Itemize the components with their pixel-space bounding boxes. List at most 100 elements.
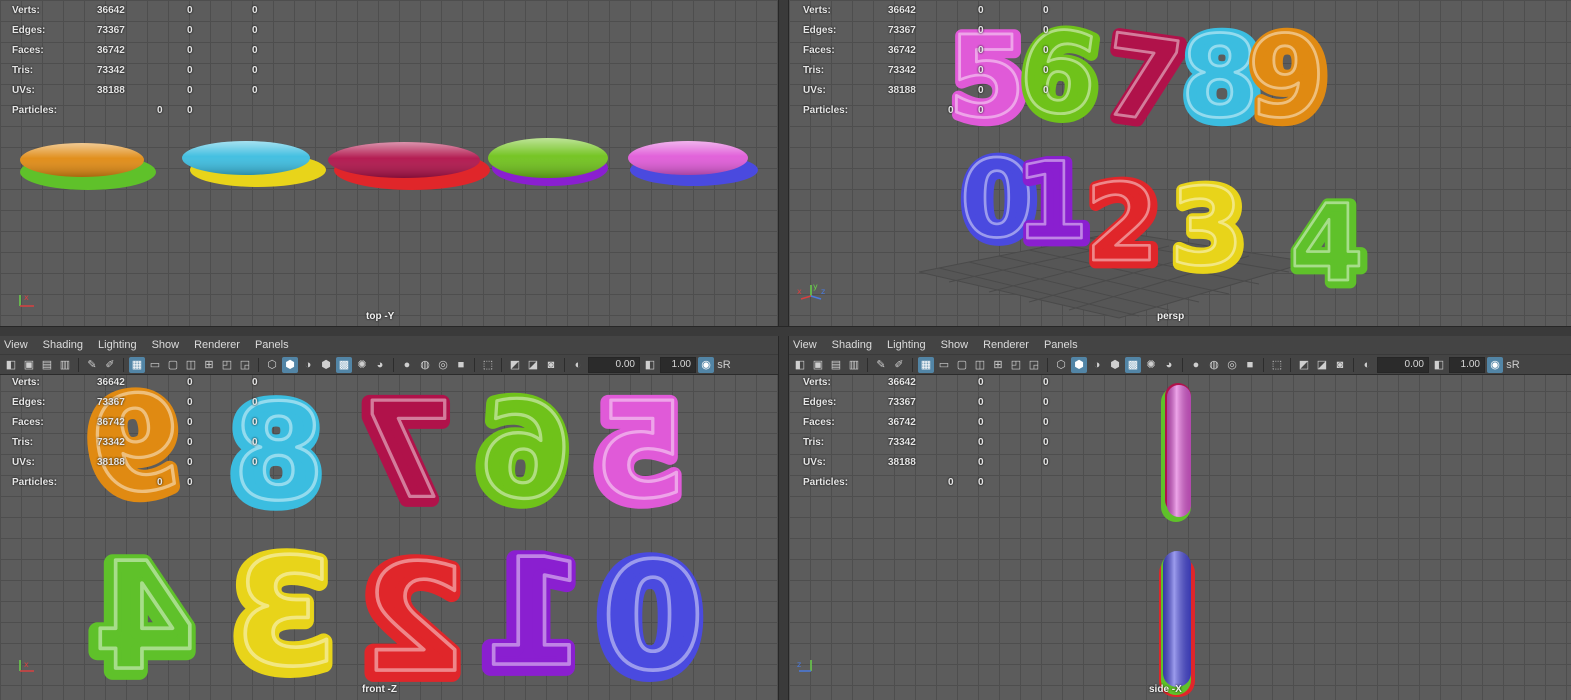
motion-blur-icon[interactable]: ◍ — [1206, 357, 1222, 373]
digit-model-4[interactable]: 44 — [1286, 178, 1372, 314]
motion-blur-icon[interactable]: ◍ — [417, 357, 433, 373]
anti-aliasing-icon[interactable]: ◎ — [1224, 357, 1240, 373]
gamma-field[interactable]: 1.00 — [1449, 356, 1485, 373]
grease-pencil-icon[interactable]: ✐ — [102, 357, 118, 373]
2d-pan-zoom-icon[interactable]: ✎ — [873, 357, 889, 373]
menu-lighting[interactable]: Lighting — [887, 339, 926, 351]
menu-show[interactable]: Show — [941, 339, 969, 351]
camera-attributes-icon[interactable]: ▣ — [21, 357, 37, 373]
default-material-icon[interactable]: ◑ — [300, 357, 316, 373]
menu-shading[interactable]: Shading — [43, 339, 83, 351]
digit-model-5[interactable]: 55 — [584, 375, 692, 539]
resolution-gate-icon[interactable]: ▢ — [165, 357, 181, 373]
menu-renderer[interactable]: Renderer — [983, 339, 1029, 351]
film-gate-icon[interactable]: ▭ — [936, 357, 952, 373]
menu-panels[interactable]: Panels — [255, 339, 289, 351]
select-camera-icon[interactable]: ◧ — [792, 357, 808, 373]
isolate-select-icon[interactable]: ⬚ — [1269, 357, 1285, 373]
digit-model-9[interactable]: 99 — [1243, 8, 1334, 151]
srgb-icon[interactable]: sR — [716, 357, 732, 373]
panel-divider-vertical[interactable] — [778, 0, 789, 700]
screen-space-ao-icon[interactable]: ● — [399, 357, 415, 373]
gate-mask-icon[interactable]: ◫ — [183, 357, 199, 373]
top-digit-group-2[interactable] — [182, 141, 326, 187]
select-camera-icon[interactable]: ◧ — [3, 357, 19, 373]
panel-divider-horizontal[interactable] — [0, 326, 1571, 336]
srgb-icon[interactable]: sR — [1505, 357, 1521, 373]
viewport-side[interactable]: Verts: 36642 0 0 Edges: 73367 0 0 Faces: 36742 0… — [789, 375, 1571, 700]
smooth-shade-icon[interactable]: ⬢ — [1071, 356, 1087, 373]
digit-model-3[interactable]: 33 — [222, 521, 343, 700]
xray-joints-icon[interactable]: ◪ — [1314, 357, 1330, 373]
digit-model-1[interactable]: 11 — [472, 521, 593, 700]
depth-of-field-icon[interactable]: ■ — [453, 357, 469, 373]
exposure-field[interactable]: 0.00 — [1377, 356, 1429, 373]
top-digit-group-5[interactable] — [628, 141, 758, 186]
resolution-gate-icon[interactable]: ▢ — [954, 357, 970, 373]
isolate-select-icon[interactable]: ⬚ — [480, 357, 496, 373]
top-digit-group-4[interactable] — [488, 138, 608, 186]
default-material-icon[interactable]: ◑ — [1089, 357, 1105, 373]
exposure-icon[interactable]: ◐ — [570, 357, 586, 373]
safe-action-icon[interactable]: ◰ — [219, 357, 235, 373]
menu-shading[interactable]: Shading — [832, 339, 872, 351]
front-digit-row-2[interactable]: 44 33 22 11 00 — [82, 521, 711, 700]
textured-icon[interactable]: ▩ — [1125, 356, 1141, 373]
side-digit-stack-upper[interactable] — [1161, 383, 1191, 522]
menu-panels[interactable]: Panels — [1044, 339, 1078, 351]
wireframe-icon[interactable]: ⬡ — [264, 357, 280, 373]
exposure-field[interactable]: 0.00 — [588, 356, 640, 373]
menu-renderer[interactable]: Renderer — [194, 339, 240, 351]
grid-icon[interactable]: ▦ — [918, 356, 934, 373]
bookmark-icon[interactable]: ▤ — [828, 357, 844, 373]
top-digit-group-3[interactable] — [328, 142, 490, 190]
use-all-lights-icon[interactable]: ✺ — [354, 357, 370, 373]
wireframe-on-shaded-icon[interactable]: ⬢ — [1107, 357, 1123, 373]
gamma-field[interactable]: 1.00 — [660, 356, 696, 373]
digit-model-4[interactable]: 44 — [82, 525, 203, 700]
use-all-lights-icon[interactable]: ✺ — [1143, 357, 1159, 373]
xray-components-icon[interactable]: ◙ — [1332, 357, 1348, 373]
image-plane-icon[interactable]: ▥ — [57, 357, 73, 373]
digit-model-2[interactable]: 22 — [352, 527, 473, 700]
safe-action-icon[interactable]: ◰ — [1008, 357, 1024, 373]
digit-model-1[interactable]: 11 — [1011, 136, 1097, 272]
wireframe-on-shaded-icon[interactable]: ⬢ — [318, 357, 334, 373]
viewport-persp[interactable]: Verts: 36642 0 0 Edges: 73367 0 0 Faces: 36742 0… — [789, 0, 1571, 326]
side-digit-stack-lower[interactable] — [1159, 551, 1195, 697]
safe-title-icon[interactable]: ◲ — [237, 357, 253, 373]
menu-view[interactable]: View — [793, 339, 817, 351]
grease-pencil-icon[interactable]: ✐ — [891, 357, 907, 373]
image-plane-icon[interactable]: ▥ — [846, 357, 862, 373]
digit-model-2[interactable]: 22 — [1081, 158, 1167, 294]
2d-pan-zoom-icon[interactable]: ✎ — [84, 357, 100, 373]
viewport-top[interactable]: Verts: 36642 0 0 Edges: 73367 0 0 Faces: 36742 0… — [0, 0, 778, 326]
exposure-icon[interactable]: ◐ — [1359, 357, 1375, 373]
viewport-front[interactable]: Verts: 36642 0 0 Edges: 73367 0 0 Faces: 36742 0… — [0, 375, 778, 700]
anti-aliasing-icon[interactable]: ◎ — [435, 357, 451, 373]
wireframe-icon[interactable]: ⬡ — [1053, 357, 1069, 373]
top-digit-group-1[interactable] — [20, 143, 156, 190]
safe-title-icon[interactable]: ◲ — [1026, 357, 1042, 373]
menu-show[interactable]: Show — [152, 339, 180, 351]
menu-lighting[interactable]: Lighting — [98, 339, 137, 351]
shadows-icon[interactable]: ◕ — [1161, 357, 1177, 373]
digit-model-7[interactable]: 77 — [351, 375, 459, 539]
grid-icon[interactable]: ▦ — [129, 356, 145, 373]
shadows-icon[interactable]: ◕ — [372, 357, 388, 373]
field-chart-icon[interactable]: ⊞ — [201, 357, 217, 373]
field-chart-icon[interactable]: ⊞ — [990, 357, 1006, 373]
gamma-icon[interactable]: ◧ — [1431, 357, 1447, 373]
menu-view[interactable]: View — [4, 339, 28, 351]
xray-icon[interactable]: ◩ — [507, 357, 523, 373]
camera-attributes-icon[interactable]: ▣ — [810, 357, 826, 373]
color-management-icon[interactable]: ◉ — [698, 356, 714, 373]
gamma-icon[interactable]: ◧ — [642, 357, 658, 373]
bookmark-icon[interactable]: ▤ — [39, 357, 55, 373]
color-management-icon[interactable]: ◉ — [1487, 356, 1503, 373]
digit-model-0[interactable]: 00 — [590, 525, 711, 700]
gate-mask-icon[interactable]: ◫ — [972, 357, 988, 373]
xray-joints-icon[interactable]: ◪ — [525, 357, 541, 373]
digit-model-3[interactable]: 33 — [1166, 162, 1252, 298]
textured-icon[interactable]: ▩ — [336, 356, 352, 373]
